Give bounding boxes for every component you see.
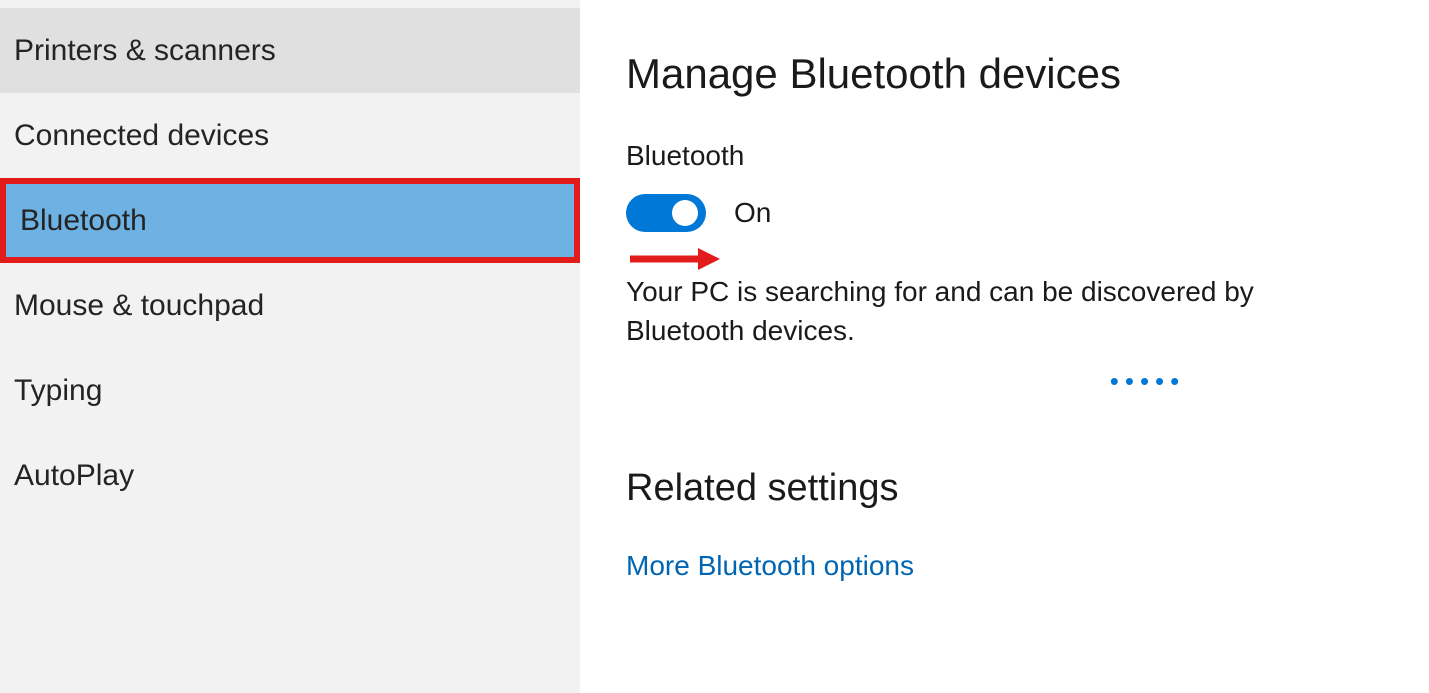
toggle-thumb-icon <box>672 200 698 226</box>
bluetooth-toggle-state: On <box>734 197 771 229</box>
sidebar-item-connected-devices[interactable]: Connected devices <box>0 93 580 178</box>
bluetooth-status-text: Your PC is searching for and can be disc… <box>626 272 1369 350</box>
sidebar-item-bluetooth[interactable]: Bluetooth <box>0 178 580 263</box>
sidebar-item-label: Mouse & touchpad <box>14 289 264 323</box>
settings-app: Printers & scanners Connected devices Bl… <box>0 0 1429 693</box>
sidebar-item-printers-scanners[interactable]: Printers & scanners <box>0 8 580 93</box>
annotation-arrow-icon <box>630 248 1369 270</box>
settings-sidebar: Printers & scanners Connected devices Bl… <box>0 0 580 693</box>
sidebar-item-mouse-touchpad[interactable]: Mouse & touchpad <box>0 263 580 348</box>
bluetooth-toggle-row: On <box>626 194 1369 232</box>
searching-indicator-icon: ••••• <box>1110 366 1186 397</box>
page-title: Manage Bluetooth devices <box>626 50 1369 98</box>
sidebar-item-label: Connected devices <box>14 119 269 153</box>
sidebar-item-label: AutoPlay <box>14 459 134 493</box>
sidebar-item-label: Typing <box>14 374 102 408</box>
sidebar-item-label: Bluetooth <box>20 204 147 238</box>
settings-main: Manage Bluetooth devices Bluetooth On Yo… <box>580 0 1429 693</box>
sidebar-item-label: Printers & scanners <box>14 34 276 68</box>
bluetooth-toggle[interactable] <box>626 194 706 232</box>
sidebar-item-typing[interactable]: Typing <box>0 348 580 433</box>
bluetooth-label: Bluetooth <box>626 140 1369 172</box>
sidebar-item-autoplay[interactable]: AutoPlay <box>0 433 580 518</box>
related-settings-heading: Related settings <box>626 467 1369 510</box>
more-bluetooth-options-link[interactable]: More Bluetooth options <box>626 550 1369 582</box>
